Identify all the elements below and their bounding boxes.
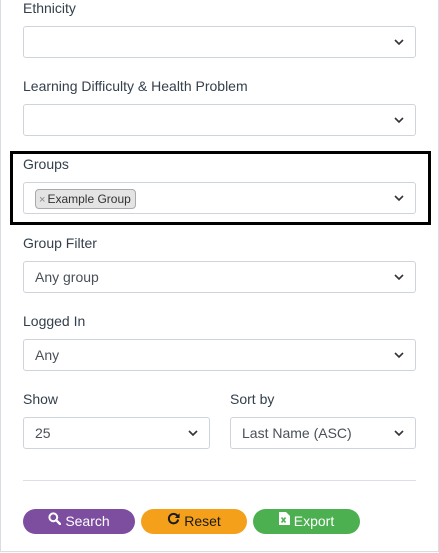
chevron-down-icon	[187, 428, 199, 438]
group-filter-select[interactable]: Any group	[23, 261, 416, 293]
search-button-label: Search	[65, 513, 110, 529]
chevron-down-icon	[393, 193, 405, 203]
logged-in-label: Logged In	[23, 313, 86, 329]
group-tag-label: Example Group	[47, 192, 131, 206]
tag-remove-icon[interactable]: ×	[39, 194, 45, 206]
group-tag[interactable]: × Example Group	[35, 189, 136, 209]
search-icon	[48, 508, 62, 533]
refresh-icon	[167, 508, 180, 533]
show-select[interactable]: 25	[23, 417, 210, 449]
reset-button-label: Reset	[184, 513, 221, 529]
show-value: 25	[35, 425, 51, 441]
export-button[interactable]: Export	[253, 509, 360, 534]
excel-file-icon	[278, 508, 290, 533]
group-filter-label: Group Filter	[23, 235, 97, 251]
logged-in-select[interactable]: Any	[23, 339, 416, 371]
sort-by-select[interactable]: Last Name (ASC)	[230, 417, 416, 449]
show-label: Show	[23, 391, 59, 407]
chevron-down-icon	[393, 350, 405, 360]
export-button-label: Export	[293, 513, 335, 529]
ethnicity-select[interactable]	[23, 26, 416, 58]
groups-label: Groups	[23, 156, 69, 172]
logged-in-value: Any	[35, 347, 60, 363]
group-filter-value: Any group	[35, 269, 99, 285]
divider	[23, 480, 416, 481]
search-button[interactable]: Search	[23, 509, 135, 534]
sort-by-label: Sort by	[230, 391, 275, 407]
reset-button[interactable]: Reset	[141, 509, 247, 534]
chevron-down-icon	[393, 37, 405, 47]
sort-by-value: Last Name (ASC)	[242, 425, 352, 441]
chevron-down-icon	[393, 272, 405, 282]
chevron-down-icon	[393, 115, 405, 125]
learning-difficulty-label: Learning Difficulty & Health Problem	[23, 78, 248, 94]
ethnicity-label: Ethnicity	[23, 0, 76, 16]
chevron-down-icon	[393, 428, 405, 438]
learning-difficulty-select[interactable]	[23, 104, 416, 136]
groups-multiselect[interactable]: × Example Group	[23, 182, 416, 214]
